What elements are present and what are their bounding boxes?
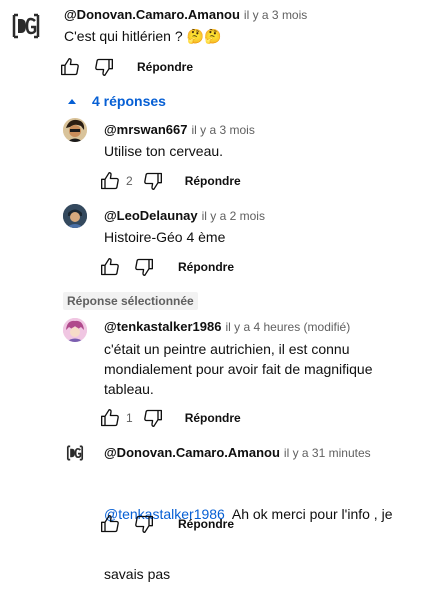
reply-button[interactable]: Répondre — [185, 174, 241, 188]
replies-toggle-button[interactable]: 4 réponses — [66, 91, 166, 111]
thumbs-up-icon — [101, 409, 119, 427]
selected-reply-label: Réponse sélectionnée — [63, 292, 198, 310]
reply-actions: 2 Répondre — [98, 169, 241, 193]
reply-author[interactable]: @tenkastalker1986 — [104, 319, 221, 334]
reply-time[interactable]: il y a 3 mois — [192, 123, 255, 137]
comment-time[interactable]: il y a 3 mois — [244, 8, 307, 22]
dislike-button[interactable] — [92, 55, 116, 79]
reply-author-header: @tenkastalker1986 il y a 4 heures (modifi… — [104, 319, 350, 334]
thumbs-down-icon — [143, 409, 162, 427]
reply-author-header: @LeoDelaunay il y a 2 mois — [104, 208, 265, 223]
like-button[interactable] — [58, 55, 82, 79]
like-button[interactable] — [98, 255, 122, 279]
avatar-tenkastalker1986[interactable] — [63, 318, 87, 342]
reply-author[interactable]: @mrswan667 — [104, 122, 188, 137]
reply-text: Histoire-Géo 4 ème — [104, 229, 226, 245]
replies-toggle-label: 4 réponses — [92, 93, 166, 109]
like-button[interactable] — [98, 512, 122, 536]
dislike-button[interactable] — [141, 169, 165, 193]
reply-author-header: @mrswan667 il y a 3 mois — [104, 122, 255, 137]
reply-text-line: tableau. — [104, 381, 154, 397]
like-button[interactable] — [98, 169, 122, 193]
reply-time[interactable]: il y a 4 heures (modifié) — [225, 320, 350, 334]
avatar-illustration-icon — [63, 204, 87, 228]
thumbs-down-icon — [143, 172, 162, 190]
reply-text-line: mondialement pour avoir fait de magnifiq… — [104, 361, 373, 377]
comment-author[interactable]: @Donovan.Camaro.Amanou — [64, 7, 240, 22]
thumbs-up-icon — [101, 172, 119, 190]
reply-button[interactable]: Répondre — [178, 260, 234, 274]
dg-logo-icon — [12, 13, 40, 39]
reply-actions: Répondre — [98, 255, 234, 279]
comment-author-header: @Donovan.Camaro.Amanou il y a 3 mois — [64, 7, 307, 22]
reply-button[interactable]: Répondre — [178, 517, 234, 531]
avatar-dg-logo[interactable] — [6, 6, 46, 46]
thumbs-up-icon — [101, 515, 119, 533]
chevron-up-icon — [68, 99, 76, 104]
like-count: 2 — [126, 174, 133, 188]
reply-text-part: Ah ok merci pour l'info , je — [224, 506, 393, 522]
reply-time[interactable]: il y a 31 minutes — [284, 446, 371, 460]
reply-actions: Répondre — [98, 512, 234, 536]
avatar-illustration-icon — [63, 318, 87, 342]
thumbs-down-icon — [135, 515, 153, 533]
reply-text: Utilise ton cerveau. — [104, 143, 224, 159]
reply-author[interactable]: @LeoDelaunay — [104, 208, 198, 223]
reply-author[interactable]: @Donovan.Camaro.Amanou — [104, 445, 280, 460]
thumbs-up-icon — [101, 258, 119, 276]
reply-button[interactable]: Répondre — [185, 411, 241, 425]
reply-text-line: savais pas — [104, 566, 171, 582]
reply-text: c'était un peintre autrichien, il est co… — [104, 339, 373, 399]
reply-text-line: c'était un peintre autrichien, il est co… — [104, 341, 350, 357]
reply-author-header: @Donovan.Camaro.Amanou il y a 31 minutes — [104, 445, 371, 460]
thumbs-down-icon — [95, 58, 114, 77]
avatar-dg-logo[interactable] — [63, 441, 87, 465]
dg-logo-icon — [66, 445, 84, 461]
like-count: 1 — [126, 411, 133, 425]
reply-button[interactable]: Répondre — [137, 60, 193, 74]
dislike-button[interactable] — [132, 255, 156, 279]
dislike-button[interactable] — [132, 512, 156, 536]
thumbs-down-icon — [135, 258, 153, 276]
avatar-leodelaunay[interactable] — [63, 204, 87, 228]
reply-actions: 1 Répondre — [98, 406, 241, 430]
comment-text: C'est qui hitlérien ? 🤔🤔 — [64, 28, 222, 44]
dislike-button[interactable] — [141, 406, 165, 430]
reply-time[interactable]: il y a 2 mois — [202, 209, 265, 223]
thumbs-up-icon — [61, 58, 79, 76]
avatar-illustration-icon — [63, 118, 87, 142]
like-button[interactable] — [98, 406, 122, 430]
comment-actions: Répondre — [58, 55, 193, 79]
avatar-mrswan667[interactable] — [63, 118, 87, 142]
